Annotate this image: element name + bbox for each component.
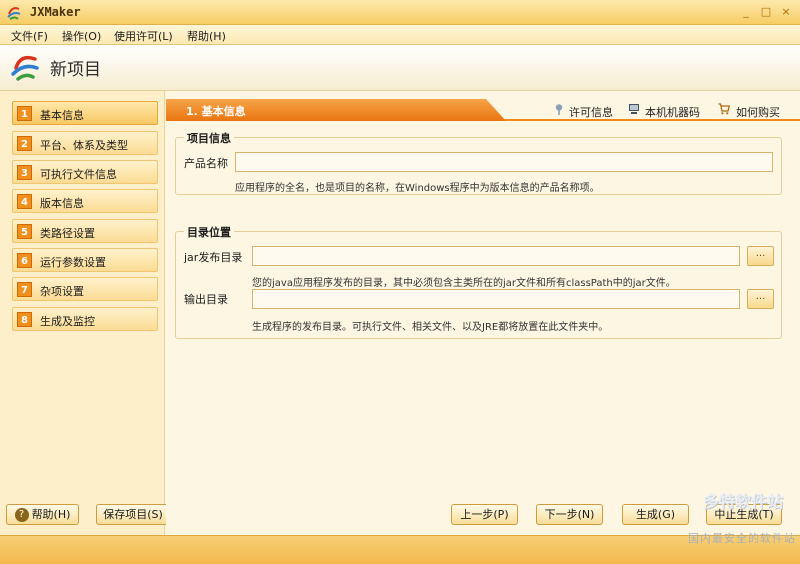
sidebar-item-basic-info[interactable]: 1 基本信息 — [12, 101, 158, 125]
step-number-badge: 5 — [17, 224, 32, 239]
menu-bar: 文件(F) 操作(O) 使用许可(L) 帮助(H) — [0, 25, 800, 45]
step-number-badge: 8 — [17, 312, 32, 327]
sidebar-item-label: 运行参数设置 — [40, 256, 106, 269]
step-number-badge: 1 — [17, 106, 32, 121]
step-number-badge: 6 — [17, 253, 32, 268]
group-title: 目录位置 — [184, 224, 234, 240]
how-to-buy-link[interactable]: 如何购买 — [736, 104, 780, 120]
tab-bar: 1. 基本信息 许可信息 本机机器码 如何购买 — [166, 99, 800, 121]
sidebar-item-runtime-args[interactable]: 6 运行参数设置 — [12, 248, 158, 272]
output-dir-input[interactable] — [252, 289, 740, 309]
next-step-button[interactable]: 下一步(N) — [536, 504, 603, 525]
step-number-badge: 3 — [17, 165, 32, 180]
sidebar-item-version[interactable]: 4 版本信息 — [12, 189, 158, 213]
page-header: 新项目 — [0, 45, 800, 91]
sidebar-item-classpath[interactable]: 5 类路径设置 — [12, 219, 158, 243]
step-number-badge: 7 — [17, 282, 32, 297]
window-controls: _ □ × — [738, 5, 794, 20]
output-dir-browse-button[interactable]: ... — [747, 289, 774, 309]
group-title: 项目信息 — [184, 130, 234, 146]
sidebar-item-label: 基本信息 — [40, 109, 84, 122]
step-number-badge: 4 — [17, 194, 32, 209]
watermark-text: 国内最安全的软件站 — [688, 532, 796, 545]
menu-help[interactable]: 帮助(H) — [187, 28, 226, 44]
jar-dir-label: jar发布目录 — [184, 251, 243, 264]
prev-step-button[interactable]: 上一步(P) — [451, 504, 518, 525]
pin-icon — [555, 104, 563, 115]
product-name-label: 产品名称 — [184, 157, 228, 170]
sidebar-item-executable[interactable]: 3 可执行文件信息 — [12, 160, 158, 184]
sidebar-item-label: 平台、体系及类型 — [40, 139, 128, 152]
menu-file[interactable]: 文件(F) — [11, 28, 48, 44]
menu-operate[interactable]: 操作(O) — [62, 28, 101, 44]
sidebar-item-build-monitor[interactable]: 8 生成及监控 — [12, 307, 158, 331]
output-dir-label: 输出目录 — [184, 293, 228, 306]
status-bar — [0, 535, 800, 564]
jar-dir-browse-button[interactable]: ... — [747, 246, 774, 266]
directory-group: 目录位置 jar发布目录 ... 您的java应用程序发布的目录，其中必须包含主… — [175, 224, 782, 339]
maximize-button[interactable]: □ — [758, 5, 774, 20]
build-button[interactable]: 生成(G) — [622, 504, 689, 525]
computer-icon — [629, 104, 639, 114]
sidebar: 1 基本信息 2 平台、体系及类型 3 可执行文件信息 4 版本信息 5 类路径… — [0, 91, 170, 536]
sidebar-item-label: 版本信息 — [40, 197, 84, 210]
cart-icon — [718, 103, 730, 115]
sidebar-item-platform[interactable]: 2 平台、体系及类型 — [12, 131, 158, 155]
step-number-badge: 2 — [17, 136, 32, 151]
product-name-hint: 应用程序的全名，也是项目的名称，在Windows程序中为版本信息的产品名称项。 — [235, 183, 600, 194]
tab-label: 1. 基本信息 — [186, 105, 246, 118]
output-dir-hint: 生成程序的发布目录。可执行文件、相关文件、以及JRE都将放置在此文件夹中。 — [252, 322, 609, 333]
minimize-button[interactable]: _ — [738, 5, 754, 20]
jar-dir-input[interactable] — [252, 246, 740, 266]
window-title: JXMaker — [30, 5, 81, 19]
sidebar-item-label: 类路径设置 — [40, 227, 95, 240]
machine-code-link[interactable]: 本机机器码 — [645, 104, 700, 120]
jar-dir-hint: 您的java应用程序发布的目录，其中必须包含主类所在的jar文件和所有class… — [252, 278, 676, 289]
sidebar-item-label: 杂项设置 — [40, 285, 84, 298]
close-button[interactable]: × — [778, 5, 794, 20]
help-button[interactable]: ? 帮助(H) — [6, 504, 79, 525]
sidebar-item-label: 生成及监控 — [40, 315, 95, 328]
sidebar-item-misc[interactable]: 7 杂项设置 — [12, 277, 158, 301]
tab-basic-info[interactable]: 1. 基本信息 — [166, 99, 506, 121]
license-info-link[interactable]: 许可信息 — [569, 104, 613, 120]
app-logo-icon — [11, 55, 39, 81]
main-content: 1. 基本信息 许可信息 本机机器码 如何购买 项目信息 产品名称 应用程序的全… — [166, 91, 800, 536]
watermark-badge: 多特软件站 — [703, 492, 784, 511]
product-name-input[interactable] — [235, 152, 773, 172]
project-info-group: 项目信息 产品名称 应用程序的全名，也是项目的名称，在Windows程序中为版本… — [175, 130, 782, 195]
save-project-button[interactable]: 保存项目(S) — [96, 504, 170, 525]
sidebar-item-label: 可执行文件信息 — [40, 168, 117, 181]
menu-license[interactable]: 使用许可(L) — [114, 28, 173, 44]
help-icon: ? — [14, 508, 29, 522]
title-bar: JXMaker _ □ × — [0, 0, 800, 25]
app-logo-icon — [7, 7, 21, 20]
page-title: 新项目 — [50, 60, 101, 80]
